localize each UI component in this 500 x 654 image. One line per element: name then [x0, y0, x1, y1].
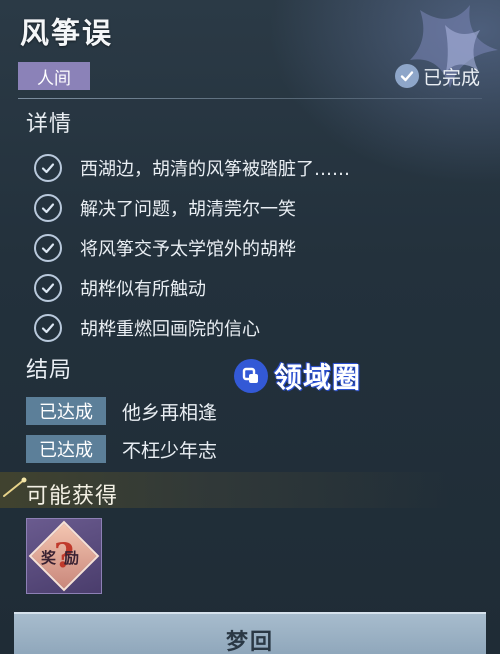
detail-item: 胡桦重燃回画院的信心 — [34, 308, 474, 348]
realm-tag: 人间 — [18, 62, 90, 90]
detail-text: 西湖边，胡清的风筝被踏脏了…… — [80, 159, 350, 180]
completed-check-icon — [394, 64, 419, 88]
completion-status: 已完成 — [394, 62, 480, 90]
dream-return-button[interactable]: 梦回 — [14, 612, 486, 654]
ending-text: 不枉少年志 — [122, 439, 218, 462]
ending-item: 已达成 他乡再相逢 — [26, 392, 217, 430]
completion-status-label: 已完成 — [422, 66, 480, 89]
reward-label: 奖励 — [41, 549, 88, 567]
detail-item: 解决了问题，胡清莞尔一笑 — [34, 188, 474, 228]
quest-panel: 风筝误 人间 已完成 详情 西湖边，胡清的风筝被踏脏了…… 解决了问题，胡清莞尔… — [0, 0, 500, 654]
check-circle-icon — [34, 314, 62, 342]
detail-text: 将风筝交予太学馆外的胡桦 — [80, 239, 296, 260]
check-circle-icon — [34, 154, 62, 182]
detail-text: 胡桦似有所触动 — [80, 279, 206, 300]
reward-item[interactable]: ? 奖励 — [26, 518, 102, 594]
detail-text: 解决了问题，胡清莞尔一笑 — [80, 199, 296, 220]
achieved-badge: 已达成 — [26, 397, 106, 425]
detail-item: 西湖边，胡清的风筝被踏脏了…… — [34, 148, 474, 188]
rewards-heading: 可能获得 — [26, 484, 119, 509]
detail-item: 将风筝交予太学馆外的胡桦 — [34, 228, 474, 268]
ending-item: 已达成 不枉少年志 — [26, 430, 217, 468]
check-circle-icon — [34, 194, 62, 222]
achieved-badge: 已达成 — [26, 435, 106, 463]
details-list: 西湖边，胡清的风筝被踏脏了…… 解决了问题，胡清莞尔一笑 将风筝交予太学馆外的胡… — [34, 148, 474, 348]
check-circle-icon — [34, 274, 62, 302]
ending-heading: 结局 — [26, 358, 73, 383]
detail-text: 胡桦重燃回画院的信心 — [80, 319, 260, 340]
watermark-logo-icon — [234, 359, 268, 393]
details-heading: 详情 — [26, 112, 73, 137]
watermark: 领域圈 — [234, 356, 361, 396]
header-divider — [18, 98, 482, 99]
ending-list: 已达成 他乡再相逢 已达成 不枉少年志 — [26, 392, 217, 468]
ending-text: 他乡再相逢 — [122, 401, 218, 424]
detail-item: 胡桦似有所触动 — [34, 268, 474, 308]
quest-title: 风筝误 — [20, 16, 114, 50]
watermark-text: 领域圈 — [274, 361, 362, 394]
check-circle-icon — [34, 234, 62, 262]
